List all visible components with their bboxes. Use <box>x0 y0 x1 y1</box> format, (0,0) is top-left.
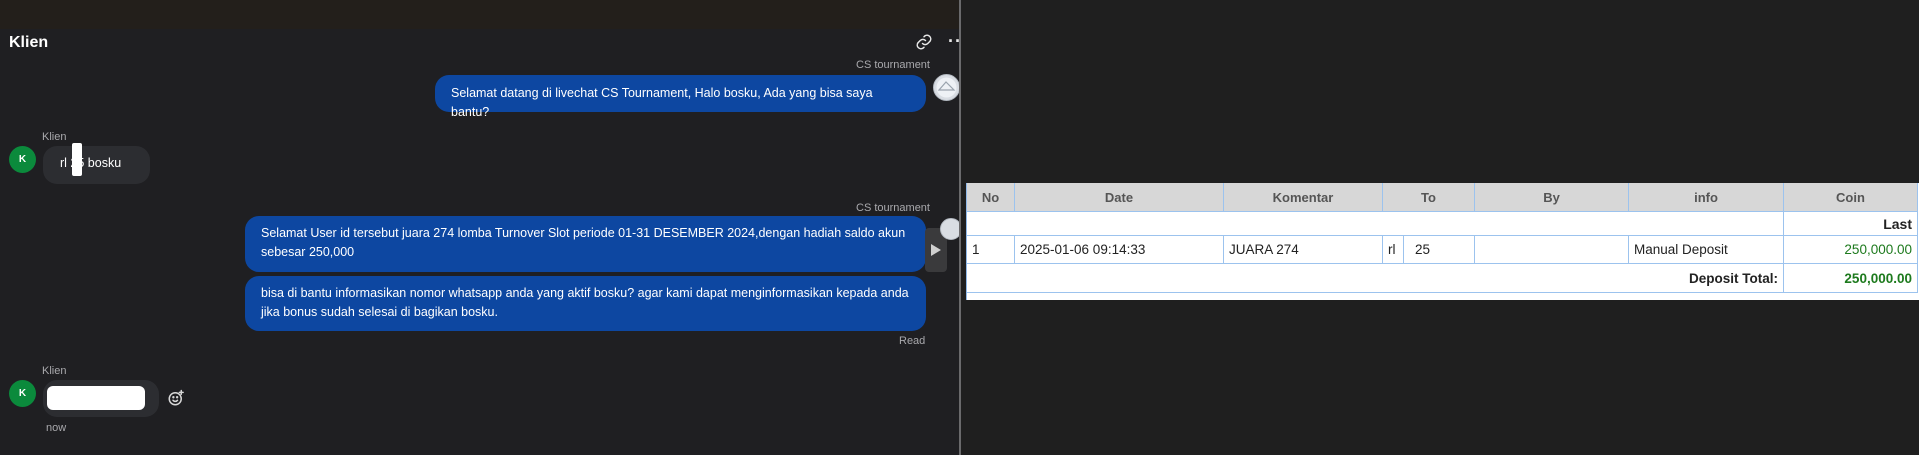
redaction-block <box>47 386 145 410</box>
table-cell-date: 2025-01-06 09:14:33 <box>1015 236 1224 264</box>
chat-title: Klien <box>9 34 49 51</box>
message-bubble-agent: Selamat datang di livechat CS Tournament… <box>435 75 926 119</box>
more-icon[interactable]: ·· <box>948 32 959 53</box>
read-status: Read <box>899 335 926 347</box>
sender-label: Klien <box>42 365 67 377</box>
table-cell-coin: 250,000.00 <box>1784 236 1918 264</box>
sender-label: CS tournament <box>856 202 930 214</box>
deposit-total-value: 250,000.00 <box>1784 264 1918 293</box>
last-row-spacer <box>967 212 1784 236</box>
client-avatar: K <box>9 380 36 407</box>
add-reaction-icon[interactable] <box>167 389 187 409</box>
column-header-date: Date <box>1015 183 1224 212</box>
column-header-coin: Coin <box>1784 183 1918 212</box>
deposit-table: No Date Komentar To By info Coin Last 1 … <box>966 183 1919 300</box>
column-header-info: info <box>1629 183 1784 212</box>
message-text: Selamat User id tersebut juara 274 lomba… <box>261 226 906 259</box>
table-cell-info: Manual Deposit <box>1629 236 1784 264</box>
message-bubble-client <box>43 380 159 417</box>
link-icon[interactable] <box>915 33 935 53</box>
deposit-total-label: Deposit Total: <box>967 264 1784 293</box>
message-text: bisa di bantu informasikan nomor whatsap… <box>261 286 909 319</box>
table-cell-no: 1 <box>967 236 1015 264</box>
redaction-block <box>72 143 82 176</box>
client-avatar: K <box>9 146 36 173</box>
top-strip <box>0 0 959 29</box>
message-bubble-agent: Selamat User id tersebut juara 274 lomba… <box>245 216 926 272</box>
play-icon <box>931 244 941 256</box>
column-header-no: No <box>967 183 1015 212</box>
table-panel: No Date Komentar To By info Coin Last 1 … <box>961 0 1919 455</box>
message-text: Selamat datang di livechat CS Tournament… <box>451 86 873 119</box>
last-label: Last <box>1784 212 1918 236</box>
column-header-komentar: Komentar <box>1224 183 1383 212</box>
message-text: rl 25 bosku <box>60 156 122 170</box>
message-bubble-client: rl 25 bosku <box>43 143 150 184</box>
chat-panel: Klien ·· CS tournament Selamat datang di… <box>0 0 959 455</box>
chat-header: Klien ·· <box>0 29 959 64</box>
to-suffix: 25 <box>1415 242 1431 257</box>
column-header-by: By <box>1475 183 1629 212</box>
message-bubble-agent: bisa di bantu informasikan nomor whatsap… <box>245 276 926 331</box>
column-header-to: To <box>1383 183 1475 212</box>
sender-label: Klien <box>42 131 67 143</box>
table-cell-to: rl 25 <box>1383 236 1475 264</box>
to-prefix: rl <box>1388 242 1396 257</box>
message-time: now <box>46 422 67 434</box>
table-cell-komentar: JUARA 274 <box>1224 236 1383 264</box>
agent-avatar <box>940 218 959 240</box>
redaction-block <box>1403 236 1409 263</box>
sender-label: CS tournament <box>856 59 930 71</box>
agent-avatar <box>933 74 959 101</box>
table-cell-by <box>1475 236 1629 264</box>
